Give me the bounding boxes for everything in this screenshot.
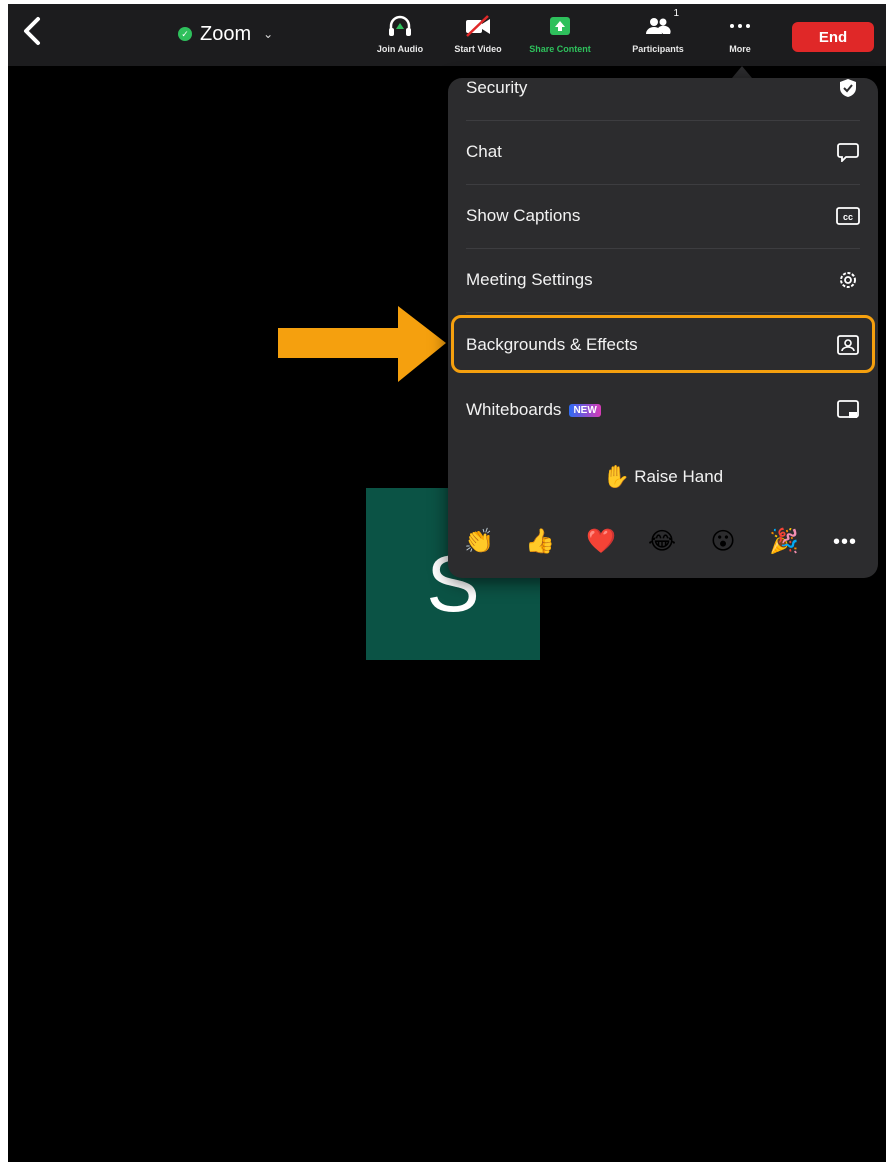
- menu-item-label: Whiteboards: [466, 400, 562, 419]
- surprised-reaction-icon[interactable]: 😮: [706, 528, 740, 556]
- raise-hand-button[interactable]: ✋ Raise Hand: [448, 451, 878, 503]
- more-menu: Security Chat Show Captions cc Meeting S…: [448, 78, 878, 578]
- start-video-button[interactable]: Start Video: [440, 12, 516, 62]
- menu-item-label: Meeting Settings: [466, 270, 593, 289]
- shield-check-icon: ✓: [178, 27, 192, 41]
- raise-hand-icon: ✋: [602, 464, 631, 489]
- meeting-title-button[interactable]: ✓ Zoom ⌄: [178, 22, 273, 46]
- participants-icon: 1: [643, 8, 679, 40]
- end-meeting-button[interactable]: End: [792, 22, 874, 52]
- menu-item-label: Chat: [466, 142, 502, 161]
- shield-icon: [836, 78, 860, 100]
- meeting-name: Zoom: [200, 22, 252, 45]
- svg-text:cc: cc: [843, 212, 853, 222]
- menu-item-backgrounds-effects[interactable]: Backgrounds & Effects: [466, 313, 860, 377]
- gear-icon: [836, 268, 860, 292]
- menu-item-chat[interactable]: Chat: [466, 120, 860, 185]
- share-content-label: Share Content: [529, 44, 591, 54]
- more-dots-icon: [725, 12, 755, 40]
- share-screen-icon: [545, 12, 575, 40]
- share-content-button[interactable]: Share Content: [522, 12, 598, 62]
- menu-item-show-captions[interactable]: Show Captions cc: [466, 184, 860, 249]
- menu-item-label: Show Captions: [466, 206, 581, 225]
- participants-button[interactable]: 1 Participants: [620, 8, 696, 62]
- new-badge: NEW: [569, 403, 601, 417]
- join-audio-button[interactable]: Join Audio: [362, 12, 438, 62]
- arrow-annotation-icon: [278, 306, 446, 382]
- heart-reaction-icon[interactable]: ❤️: [584, 528, 618, 556]
- meeting-toolbar: ✓ Zoom ⌄ Join Audio Start Video Share Co…: [8, 4, 886, 66]
- portrait-frame-icon: [836, 333, 860, 357]
- party-reaction-icon[interactable]: 🎉: [767, 528, 801, 556]
- reactions-bar: 👏 👍 ❤️ 😂 😮 🎉 •••: [462, 522, 862, 562]
- menu-item-label: Backgrounds & Effects: [466, 335, 638, 354]
- more-reactions-icon[interactable]: •••: [828, 528, 862, 556]
- headphones-icon: [385, 12, 415, 40]
- menu-item-meeting-settings[interactable]: Meeting Settings: [466, 248, 860, 313]
- laugh-reaction-icon[interactable]: 😂: [645, 528, 679, 556]
- participants-label: Participants: [632, 44, 684, 54]
- meeting-screen: ✓ Zoom ⌄ Join Audio Start Video Share Co…: [8, 4, 886, 1162]
- thumbs-up-reaction-icon[interactable]: 👍: [523, 528, 557, 556]
- participants-count: 1: [673, 8, 679, 19]
- menu-caret: [732, 66, 752, 78]
- video-off-icon: [463, 12, 493, 40]
- whiteboard-icon: [836, 398, 860, 422]
- clap-reaction-icon[interactable]: 👏: [462, 528, 496, 556]
- more-button[interactable]: More: [702, 12, 778, 62]
- join-audio-label: Join Audio: [376, 44, 424, 54]
- menu-item-label: Security: [466, 78, 528, 97]
- back-button[interactable]: [22, 16, 56, 52]
- chevron-left-icon: [24, 17, 40, 45]
- menu-item-whiteboards[interactable]: Whiteboards NEW: [466, 378, 860, 442]
- start-video-label: Start Video: [454, 44, 502, 54]
- cc-icon: cc: [836, 204, 860, 228]
- chevron-down-icon: ⌄: [263, 27, 274, 41]
- more-label: More: [729, 44, 751, 54]
- menu-item-security[interactable]: Security: [466, 78, 860, 121]
- raise-hand-label: Raise Hand: [634, 467, 724, 486]
- chat-bubble-icon: [836, 140, 860, 164]
